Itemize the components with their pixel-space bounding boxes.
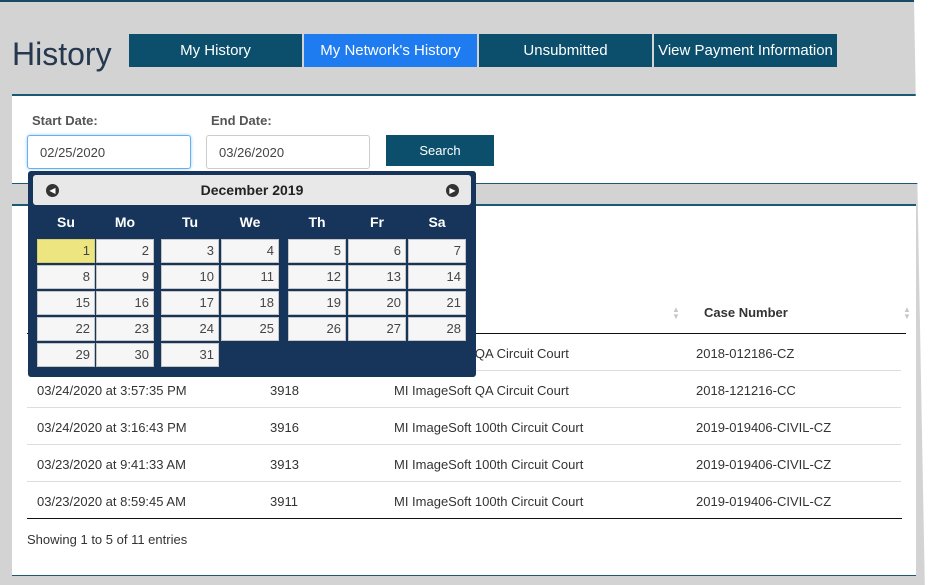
page-edge bbox=[914, 0, 932, 585]
calendar-day[interactable]: 6 bbox=[348, 239, 406, 263]
calendar-day[interactable]: 7 bbox=[408, 239, 466, 263]
weekday-header: Su bbox=[57, 214, 75, 230]
calendar-day[interactable]: 25 bbox=[221, 317, 279, 341]
end-date-label: End Date: bbox=[211, 113, 272, 128]
end-date-input[interactable] bbox=[206, 135, 370, 169]
datepicker-header: December 2019 ◀ ▶ bbox=[33, 175, 471, 205]
weekday-header: Tu bbox=[181, 214, 199, 230]
calendar-day[interactable]: 18 bbox=[221, 291, 279, 315]
search-button[interactable]: Search bbox=[386, 135, 494, 166]
table-row[interactable]: 03/23/2020 at 9:41:33 AM 3913 MI ImageSoft… bbox=[27, 445, 901, 482]
prev-month-icon[interactable]: ◀ bbox=[46, 184, 59, 197]
court-cell: MI ImageSoft 100th Circuit Court bbox=[394, 494, 584, 509]
tab-view-payment-information[interactable]: View Payment Information bbox=[654, 34, 837, 67]
start-date-input[interactable] bbox=[27, 135, 191, 169]
case-number-cell: 2018-012186-CZ bbox=[696, 346, 795, 361]
weekday-header: We bbox=[239, 214, 261, 230]
page-title: History bbox=[12, 36, 112, 72]
datepicker: December 2019 ◀ ▶ Su Mo Tu We Th Fr Sa 1 2 3 4 5 6 7 8… bbox=[28, 171, 476, 377]
calendar-day[interactable]: 5 bbox=[288, 239, 346, 263]
table-row[interactable]: 03/24/2020 at 3:16:43 PM 3916 MI ImageSoft… bbox=[27, 408, 901, 445]
calendar-day[interactable]: 22 bbox=[37, 317, 95, 341]
calendar-day[interactable]: 9 bbox=[96, 265, 154, 289]
calendar-day[interactable]: 21 bbox=[408, 291, 466, 315]
sort-icon[interactable]: ▲ ▼ bbox=[672, 306, 680, 321]
case-number-cell: 2019-019406-CIVIL-CZ bbox=[696, 494, 832, 509]
table-row[interactable]: 03/23/2020 at 8:59:45 AM 3911 MI ImageSoft… bbox=[27, 482, 901, 519]
court-cell: MI ImageSoft 100th Circuit Court bbox=[394, 457, 584, 472]
date-cell: 03/23/2020 at 8:59:45 AM bbox=[37, 494, 186, 509]
calendar-day[interactable]: 30 bbox=[96, 343, 154, 367]
table-info: Showing 1 to 5 of 11 entries bbox=[27, 532, 188, 547]
calendar-day[interactable]: 15 bbox=[37, 291, 95, 315]
case-number-cell: 2019-019406-CIVIL-CZ bbox=[696, 420, 832, 435]
id-cell: 3913 bbox=[270, 457, 299, 472]
calendar-day[interactable]: 17 bbox=[161, 291, 219, 315]
date-cell: 03/24/2020 at 3:16:43 PM bbox=[37, 420, 187, 435]
calendar-day[interactable]: 14 bbox=[408, 265, 466, 289]
tab-my-networks-history[interactable]: My Network's History bbox=[304, 34, 477, 67]
case-number-cell: 2018-121216-CC bbox=[696, 383, 796, 398]
top-border bbox=[0, 0, 932, 2]
calendar-day[interactable]: 2 bbox=[96, 239, 154, 263]
calendar-day[interactable]: 27 bbox=[348, 317, 406, 341]
calendar-day[interactable]: 29 bbox=[37, 343, 95, 367]
table-bottom-divider bbox=[27, 518, 902, 519]
calendar-day[interactable]: 13 bbox=[348, 265, 406, 289]
calendar-day[interactable]: 26 bbox=[288, 317, 346, 341]
tab-my-history[interactable]: My History bbox=[129, 34, 302, 67]
calendar-day[interactable]: 28 bbox=[408, 317, 466, 341]
calendar-day[interactable]: 20 bbox=[348, 291, 406, 315]
court-cell: MI ImageSoft QA Circuit Court bbox=[394, 383, 569, 398]
calendar-day[interactable]: 1 bbox=[37, 239, 95, 263]
start-date-label: Start Date: bbox=[32, 113, 98, 128]
calendar-day[interactable]: 8 bbox=[37, 265, 95, 289]
calendar-day[interactable]: 10 bbox=[161, 265, 219, 289]
calendar-day[interactable]: 4 bbox=[221, 239, 279, 263]
weekday-header: Sa bbox=[428, 214, 446, 230]
calendar-day[interactable]: 3 bbox=[161, 239, 219, 263]
calendar-day[interactable]: 23 bbox=[96, 317, 154, 341]
sort-icon[interactable]: ▲ ▼ bbox=[903, 306, 911, 321]
calendar-day[interactable]: 12 bbox=[288, 265, 346, 289]
weekday-header: Fr bbox=[370, 214, 384, 230]
tab-unsubmitted[interactable]: Unsubmitted bbox=[479, 34, 652, 67]
calendar-day[interactable]: 31 bbox=[161, 343, 219, 367]
column-header-case-number[interactable]: Case Number bbox=[704, 305, 788, 320]
case-number-cell: 2019-019406-CIVIL-CZ bbox=[696, 457, 832, 472]
date-cell: 03/23/2020 at 9:41:33 AM bbox=[37, 457, 186, 472]
calendar-day[interactable]: 11 bbox=[221, 265, 279, 289]
weekday-header: Th bbox=[308, 214, 326, 230]
id-cell: 3911 bbox=[270, 494, 298, 509]
id-cell: 3916 bbox=[270, 420, 299, 435]
datepicker-month: December 2019 bbox=[200, 182, 304, 198]
next-month-icon[interactable]: ▶ bbox=[446, 184, 459, 197]
calendar-day[interactable]: 19 bbox=[288, 291, 346, 315]
calendar-day[interactable]: 24 bbox=[161, 317, 219, 341]
id-cell: 3918 bbox=[270, 383, 299, 398]
date-cell: 03/24/2020 at 3:57:35 PM bbox=[37, 383, 187, 398]
court-cell: MI ImageSoft 100th Circuit Court bbox=[394, 420, 584, 435]
weekday-header: Mo bbox=[114, 214, 136, 230]
calendar-day[interactable]: 16 bbox=[96, 291, 154, 315]
